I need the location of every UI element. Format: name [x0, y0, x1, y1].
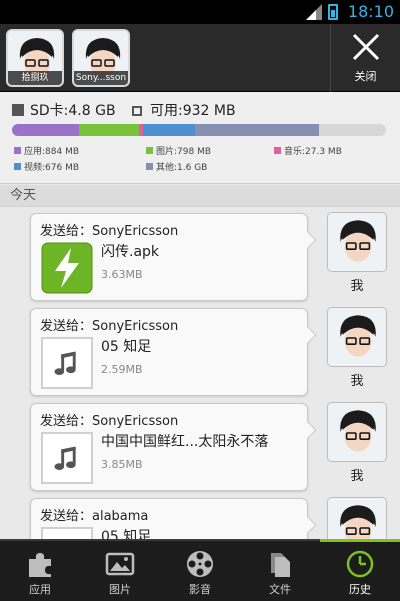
- legend-label: 视频:676 MB: [24, 163, 80, 173]
- legend-label: 音乐:27.3 MB: [284, 147, 342, 157]
- file-size: 3.63MB: [101, 268, 143, 281]
- avatar-icon: [328, 498, 386, 539]
- nav-label: 影音: [189, 583, 211, 596]
- sender-avatar[interactable]: [327, 497, 387, 539]
- device-avatar-caption: Sony...sson: [74, 71, 128, 85]
- status-time: 18:10: [347, 2, 394, 21]
- legend-label: 应用:884 MB: [24, 147, 80, 157]
- sender-label: 我: [350, 279, 364, 294]
- bubble-tail: [299, 326, 317, 344]
- nav-label: 历史: [349, 583, 371, 596]
- file-name: 05 知足: [101, 529, 152, 539]
- status-bar: 18:10: [0, 0, 400, 24]
- file-name: 05 知足: [101, 339, 152, 355]
- legend-music: 音乐:27.3 MB: [274, 144, 342, 157]
- puzzle-icon: [29, 553, 51, 577]
- transfer-card[interactable]: 发送给：SonyEricsson 闪传.apk 3.63MB: [30, 213, 317, 301]
- files-icon: [271, 553, 290, 577]
- film-reel-icon: [187, 551, 213, 577]
- legend-other: 其他:1.6 GB: [146, 160, 207, 173]
- storage-capacity: SD卡:4.8 GB 可用:932 MB: [12, 100, 236, 120]
- battery-icon: [328, 4, 338, 20]
- nav-apps[interactable]: 应用: [0, 541, 80, 601]
- nav-images[interactable]: 图片: [80, 541, 160, 601]
- sender-avatar[interactable]: [327, 402, 387, 462]
- bubble-tail: [299, 421, 317, 439]
- avatar-icon: [328, 403, 386, 461]
- nav-files[interactable]: 文件: [240, 541, 320, 601]
- bubble-tail: [299, 516, 317, 534]
- lightning-app-icon: [41, 242, 93, 294]
- transfer-recipient: 发送给：alabama: [40, 509, 149, 524]
- device-avatar-caption: 拾捌玖: [8, 71, 62, 85]
- sender-avatar[interactable]: [327, 212, 387, 272]
- signal-icon: [306, 4, 322, 20]
- legend-swatch: [14, 147, 21, 154]
- nav-label: 图片: [109, 583, 131, 596]
- legend-label: 图片:798 MB: [156, 147, 212, 157]
- file-name: 闪传.apk: [101, 244, 160, 260]
- usage-segment-video: [142, 124, 196, 136]
- picture-icon: [105, 552, 135, 576]
- sd-total: SD卡:4.8 GB: [30, 103, 116, 119]
- nav-history[interactable]: 历史: [320, 539, 400, 601]
- storage-summary: SD卡:4.8 GB 可用:932 MB 应用:884 MB 图片:798 MB…: [0, 92, 400, 184]
- file-size: 2.59MB: [101, 363, 143, 376]
- transfer-card[interactable]: 发送给：SonyEricsson 05 知足 2.59MB: [30, 308, 317, 396]
- sd-free: 可用:932 MB: [150, 103, 236, 119]
- nav-label: 文件: [269, 583, 291, 596]
- legend-video: 视频:676 MB: [14, 160, 79, 173]
- section-header-today: 今天: [0, 185, 400, 207]
- legend-label: 其他:1.6 GB: [156, 163, 208, 173]
- transfer-recipient: 发送给：SonyEricsson: [40, 224, 179, 239]
- legend-images: 图片:798 MB: [146, 144, 211, 157]
- storage-usage-bar: [12, 124, 386, 136]
- close-icon: [352, 33, 380, 61]
- avatar-icon: [328, 308, 386, 366]
- usage-segment-apps: [12, 124, 80, 136]
- top-bar: 拾捌玖 Sony...sson 关闭: [0, 24, 400, 92]
- clock-icon: [346, 550, 374, 578]
- bottom-nav: 应用 图片 影音 文件 历史: [0, 539, 400, 601]
- transfer-history-list[interactable]: 发送给：SonyEricsson 闪传.apk 3.63MB 我 发送给：Son…: [0, 207, 400, 539]
- bubble-tail: [299, 231, 317, 249]
- sender-avatar[interactable]: [327, 307, 387, 367]
- close-label: 关闭: [354, 70, 377, 83]
- sender-label: 我: [350, 469, 364, 484]
- nav-label: 应用: [29, 583, 51, 596]
- usage-segment-images: [79, 124, 140, 136]
- close-button[interactable]: 关闭: [330, 24, 400, 92]
- legend-apps: 应用:884 MB: [14, 144, 79, 157]
- sd-card-icon: [12, 104, 24, 116]
- transfer-recipient: 发送给：SonyEricsson: [40, 414, 179, 429]
- legend-swatch: [146, 147, 153, 154]
- avatar-icon: [328, 213, 386, 271]
- music-note-icon: [41, 432, 93, 484]
- transfer-recipient: 发送给：SonyEricsson: [40, 319, 179, 334]
- legend-swatch: [14, 163, 21, 170]
- nav-media[interactable]: 影音: [160, 541, 240, 601]
- legend-swatch: [274, 147, 281, 154]
- usage-segment-other: [195, 124, 319, 136]
- device-avatar-1[interactable]: 拾捌玖: [6, 29, 64, 87]
- sender-label: 我: [350, 374, 364, 389]
- legend-swatch: [146, 163, 153, 170]
- music-note-icon: [41, 527, 93, 539]
- file-name: 中国中国鲜红...太阳永不落: [101, 434, 269, 450]
- file-size: 3.85MB: [101, 458, 143, 471]
- music-note-icon: [41, 337, 93, 389]
- transfer-card[interactable]: 发送给：alabama 05 知足: [30, 498, 317, 539]
- free-space-icon: [132, 106, 143, 116]
- device-avatar-2[interactable]: Sony...sson: [72, 29, 130, 87]
- transfer-card[interactable]: 发送给：SonyEricsson 中国中国鲜红...太阳永不落 3.85MB: [30, 403, 317, 491]
